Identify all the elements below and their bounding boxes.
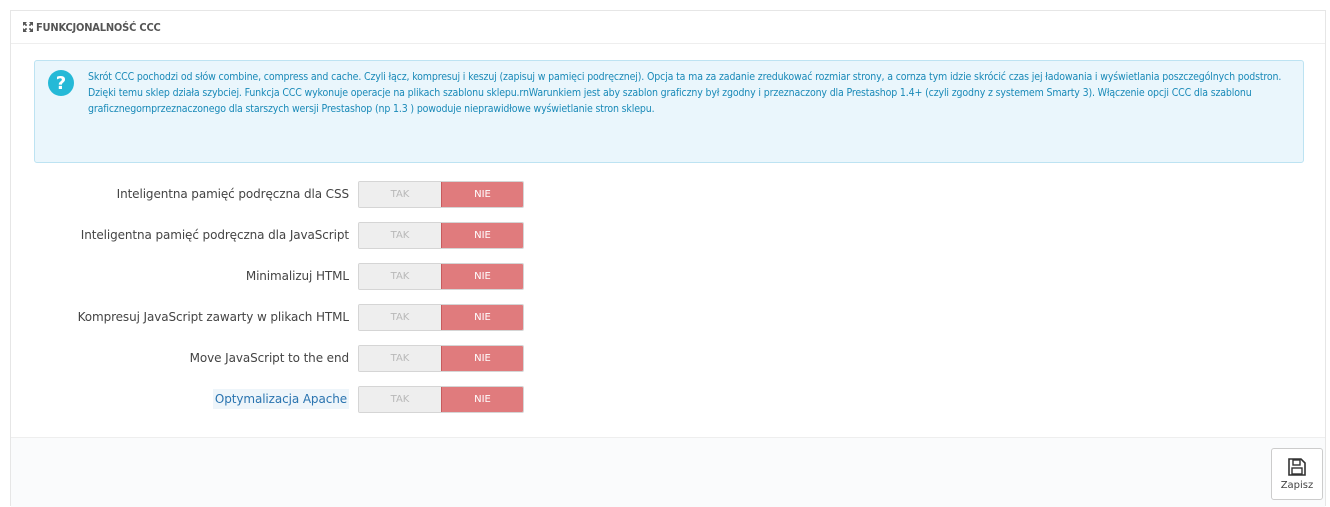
setting-label: Inteligentna pamięć podręczna dla CSS [116, 187, 349, 201]
setting-label-wrap: Move JavaScript to the end [11, 345, 349, 372]
setting-row: Inteligentna pamięć podręczna dla JavaSc… [11, 222, 611, 249]
switch-option-no[interactable]: NIE [441, 223, 523, 248]
switch-option-yes[interactable]: TAK [359, 264, 441, 289]
yes-no-switch: TAK NIE [358, 304, 524, 331]
yes-no-switch: TAK NIE [358, 386, 524, 413]
yes-no-switch: TAK NIE [358, 181, 524, 208]
alert-text: Skrót CCC pochodzi od słów combine, comp… [88, 71, 1282, 115]
switch-option-yes[interactable]: TAK [359, 182, 441, 207]
panel-footer: Zapisz [11, 437, 1325, 507]
ccc-panel: FUNKCJONALNOŚĆ CCC ? Skrót CCC pochodzi … [10, 10, 1326, 507]
info-alert: ? Skrót CCC pochodzi od słów combine, co… [34, 60, 1304, 163]
setting-row: Kompresuj JavaScript zawarty w plikach H… [11, 304, 611, 331]
setting-label: Minimalizuj HTML [245, 269, 349, 283]
setting-row: Inteligentna pamięć podręczna dla CSS TAK… [11, 181, 611, 208]
setting-row: Move JavaScript to the end TAK NIE [11, 345, 611, 372]
panel-heading: FUNKCJONALNOŚĆ CCC [11, 11, 1325, 44]
save-button[interactable]: Zapisz [1271, 448, 1323, 500]
setting-row: Minimalizuj HTML TAK NIE [11, 263, 611, 290]
switch-option-yes[interactable]: TAK [359, 346, 441, 371]
switch-option-no[interactable]: NIE [441, 346, 523, 371]
setting-label: Inteligentna pamięć podręczna dla JavaSc… [80, 228, 349, 242]
switch-option-no[interactable]: NIE [441, 305, 523, 330]
setting-label-wrap: Inteligentna pamięć podręczna dla CSS [11, 181, 349, 208]
setting-label: Move JavaScript to the end [189, 351, 349, 365]
setting-label-wrap: Kompresuj JavaScript zawarty w plikach H… [11, 304, 350, 331]
switch-option-no[interactable]: NIE [441, 264, 523, 289]
resize-icon [23, 22, 33, 32]
switch-option-yes[interactable]: TAK [359, 223, 441, 248]
setting-label-link[interactable]: Optymalizacja Apache [212, 389, 349, 409]
setting-label: Kompresuj JavaScript zawarty w plikach H… [77, 310, 350, 324]
setting-label-wrap: Optymalizacja Apache [11, 386, 349, 413]
panel-title: FUNKCJONALNOŚĆ CCC [36, 20, 161, 34]
switch-option-no[interactable]: NIE [441, 387, 523, 412]
switch-option-yes[interactable]: TAK [359, 305, 441, 330]
save-icon [1288, 457, 1306, 476]
setting-label-wrap: Inteligentna pamięć podręczna dla JavaSc… [11, 222, 349, 249]
yes-no-switch: TAK NIE [358, 263, 524, 290]
question-circle-icon: ? [48, 70, 74, 96]
save-label: Zapisz [1280, 479, 1314, 491]
yes-no-switch: TAK NIE [358, 345, 524, 372]
switch-option-yes[interactable]: TAK [359, 387, 441, 412]
setting-row: Optymalizacja Apache TAK NIE [11, 386, 611, 413]
switch-option-no[interactable]: NIE [441, 182, 523, 207]
yes-no-switch: TAK NIE [358, 222, 524, 249]
setting-label-wrap: Minimalizuj HTML [11, 263, 349, 290]
